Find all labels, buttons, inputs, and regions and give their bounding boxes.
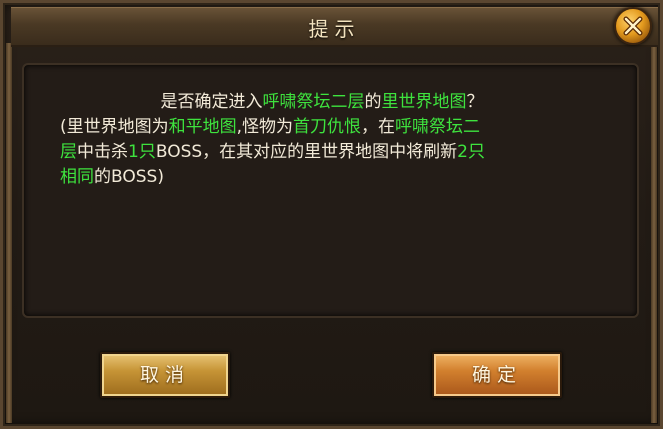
message-line-1: 是否确定进入呼啸祭坛二层的里世界地图？: [60, 90, 580, 115]
title-bar: 提示: [11, 7, 658, 47]
message-text: BOSS，在其对应的里世界地图中将刷新: [155, 142, 458, 162]
dialog-message: 是否确定进入呼啸祭坛二层的里世界地图？ (里世界地图为和平地图,怪物为首刀仇恨，…: [60, 90, 580, 190]
message-text: 的: [364, 92, 382, 112]
map-name-highlight: 层: [60, 142, 77, 162]
dialog-left-border: [6, 43, 12, 423]
message-line-3: 层中击杀1只BOSS，在其对应的里世界地图中将刷新2只: [60, 140, 580, 165]
boss-count-highlight: 2只: [457, 142, 485, 162]
message-line-2: (里世界地图为和平地图,怪物为首刀仇恨，在呼啸祭坛二: [60, 115, 580, 140]
message-line-4: 相同的BOSS): [60, 165, 580, 190]
message-text: ,怪物为: [236, 117, 294, 137]
message-text: 是否确定进入: [160, 92, 263, 112]
first-hit-aggro-highlight: 首刀仇恨: [293, 117, 362, 137]
dialog-title: 提示: [308, 17, 361, 41]
close-button[interactable]: [614, 7, 652, 45]
peace-map-highlight: 和平地图: [168, 117, 237, 137]
map-name-highlight: 呼啸祭坛二: [395, 117, 481, 137]
confirm-button[interactable]: 确定: [432, 352, 562, 398]
close-x-icon: [623, 16, 643, 36]
same-boss-highlight: 相同: [60, 167, 94, 187]
boss-count-highlight: 1只: [128, 142, 156, 162]
message-text: ，在: [361, 117, 396, 137]
message-text: ？: [466, 92, 484, 112]
map-name-highlight: 呼啸祭坛二层: [262, 92, 365, 112]
dialog-right-border: [651, 43, 657, 423]
cancel-button[interactable]: 取消: [100, 352, 230, 398]
message-text: (里世界地图为: [60, 117, 169, 137]
message-text: 中击杀: [77, 142, 128, 162]
message-text: 的BOSS): [94, 167, 164, 187]
world-map-highlight: 里世界地图: [381, 92, 467, 112]
